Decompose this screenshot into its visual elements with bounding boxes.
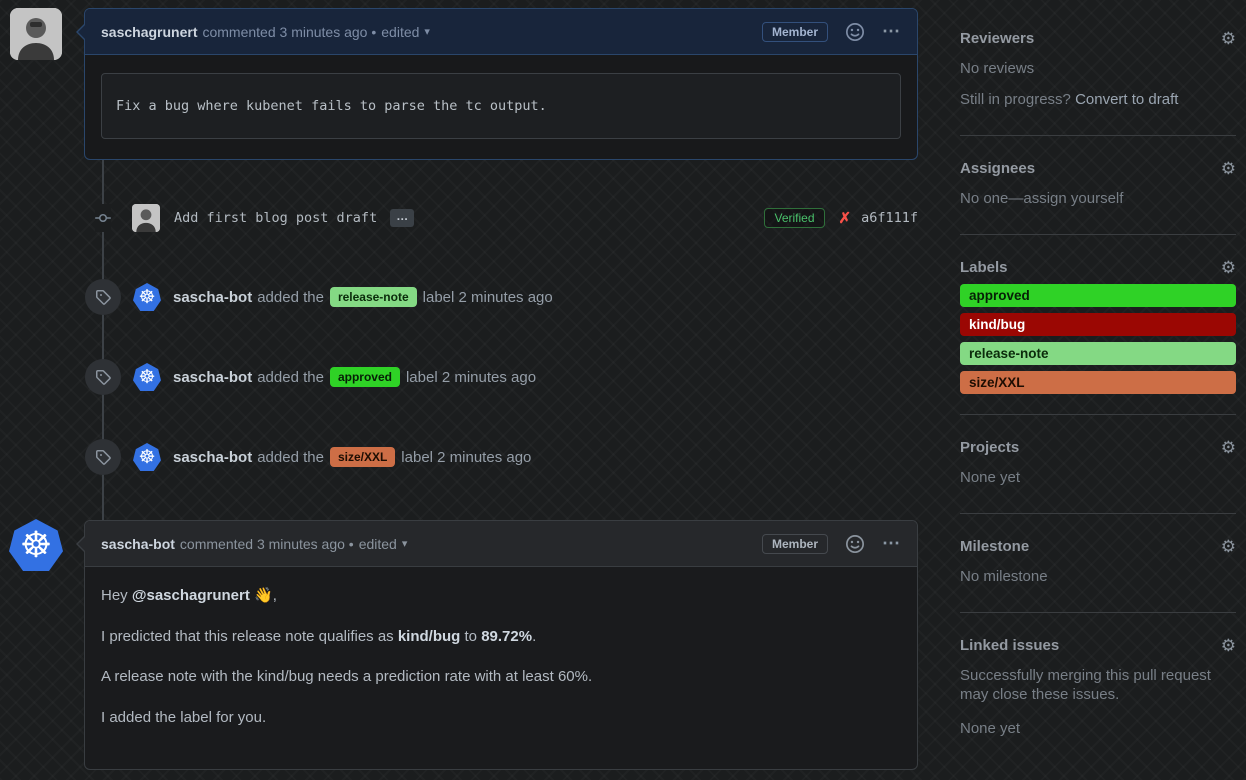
actor-link[interactable]: sascha-bot bbox=[173, 289, 252, 306]
linked-issues-desc: Successfully merging this pull request m… bbox=[960, 666, 1236, 704]
emoji-reaction-button[interactable] bbox=[846, 535, 864, 553]
tag-icon bbox=[85, 279, 121, 315]
mention-link[interactable]: @saschagrunert bbox=[132, 587, 250, 604]
convert-to-draft-hint: Still in progress? Convert to draft bbox=[960, 90, 1236, 109]
author-link[interactable]: sascha-bot bbox=[101, 536, 175, 552]
comment-pr-description: saschagrunert commented 3 minutes ago • … bbox=[84, 8, 918, 160]
assign-yourself-link[interactable]: assign yourself bbox=[1023, 190, 1123, 207]
avatar[interactable] bbox=[10, 8, 62, 60]
projects-title: Projects bbox=[960, 439, 1019, 456]
emoji-reaction-button[interactable] bbox=[846, 23, 864, 41]
commit-sha-link[interactable]: a6f111f bbox=[861, 210, 918, 226]
label-pill[interactable]: approved bbox=[960, 284, 1236, 307]
convert-to-draft-link[interactable]: Convert to draft bbox=[1075, 91, 1178, 108]
event-action: added the bbox=[257, 369, 324, 386]
assignees-empty: No one—assign yourself bbox=[960, 189, 1236, 208]
label-event: ☸ sascha-bot added the size/XXL label 2 … bbox=[85, 439, 918, 475]
gear-icon[interactable]: ⚙ bbox=[1221, 259, 1236, 276]
gear-icon[interactable]: ⚙ bbox=[1221, 538, 1236, 555]
linked-issues-empty: None yet bbox=[960, 720, 1236, 737]
event-suffix: label 2 minutes ago bbox=[423, 289, 553, 306]
actor-link[interactable]: sascha-bot bbox=[173, 369, 252, 386]
comment-header: saschagrunert commented 3 minutes ago • … bbox=[85, 9, 917, 55]
paragraph-added: I added the label for you. bbox=[101, 707, 901, 730]
actor-link[interactable]: sascha-bot bbox=[173, 449, 252, 466]
reviewers-empty: No reviews bbox=[960, 59, 1236, 78]
milestone-title: Milestone bbox=[960, 538, 1029, 555]
kebab-menu-button[interactable]: ⋯ bbox=[882, 21, 901, 42]
label-pill[interactable]: size/XXL bbox=[960, 371, 1236, 394]
event-suffix: label 2 minutes ago bbox=[401, 449, 531, 466]
projects-section: Projects ⚙ None yet bbox=[960, 414, 1236, 513]
labels-title: Labels bbox=[960, 259, 1008, 276]
code-block: Fix a bug where kubenet fails to parse t… bbox=[101, 73, 901, 139]
label-event: ☸ sascha-bot added the release-note labe… bbox=[85, 279, 918, 315]
comment-body: Hey @saschagrunert 👋, I predicted that t… bbox=[85, 567, 917, 749]
projects-empty: None yet bbox=[960, 468, 1236, 487]
gear-icon[interactable]: ⚙ bbox=[1221, 439, 1236, 456]
commit-expander-button[interactable]: … bbox=[390, 209, 414, 227]
chevron-down-icon[interactable]: ▾ bbox=[402, 537, 408, 550]
comment-meta: commented 3 minutes ago • bbox=[180, 536, 354, 552]
milestone-section: Milestone ⚙ No milestone bbox=[960, 513, 1236, 612]
event-action: added the bbox=[257, 449, 324, 466]
bot-avatar[interactable]: ☸ bbox=[133, 283, 161, 311]
label-pill[interactable]: size/XXL bbox=[330, 447, 395, 467]
avatar[interactable] bbox=[132, 204, 160, 232]
label-event: ☸ sascha-bot added the approved label 2 … bbox=[85, 359, 918, 395]
bot-avatar[interactable]: ☸ bbox=[133, 363, 161, 391]
reviewers-section: Reviewers ⚙ No reviews Still in progress… bbox=[960, 0, 1236, 135]
comment-header: sascha-bot commented 3 minutes ago • edi… bbox=[85, 521, 917, 567]
labels-section: Labels ⚙ approved kind/bug release-note … bbox=[960, 234, 1236, 414]
reviewers-title: Reviewers bbox=[960, 30, 1034, 47]
commit-message-link[interactable]: Add first blog post draft bbox=[174, 210, 377, 226]
label-pill[interactable]: kind/bug bbox=[960, 313, 1236, 336]
kebab-menu-button[interactable]: ⋯ bbox=[882, 533, 901, 554]
event-action: added the bbox=[257, 289, 324, 306]
tag-icon bbox=[85, 359, 121, 395]
comment-body: Fix a bug where kubenet fails to parse t… bbox=[85, 55, 917, 159]
gear-icon[interactable]: ⚙ bbox=[1221, 637, 1236, 654]
paragraph-rule: A release note with the kind/bug needs a… bbox=[101, 666, 901, 689]
bot-avatar[interactable]: ☸ bbox=[133, 443, 161, 471]
gear-icon[interactable]: ⚙ bbox=[1221, 160, 1236, 177]
status-failed-icon[interactable]: ✗ bbox=[839, 209, 852, 227]
smiley-icon bbox=[846, 535, 864, 553]
git-commit-icon bbox=[95, 204, 111, 232]
smiley-icon bbox=[846, 23, 864, 41]
paragraph-greeting: Hey @saschagrunert 👋, bbox=[101, 585, 901, 608]
milestone-empty: No milestone bbox=[960, 567, 1236, 586]
edited-dropdown[interactable]: edited bbox=[381, 24, 419, 40]
comment-meta: commented 3 minutes ago • bbox=[202, 24, 376, 40]
member-badge: Member bbox=[762, 22, 828, 42]
person-avatar-icon bbox=[132, 204, 160, 232]
assignees-section: Assignees ⚙ No one—assign yourself bbox=[960, 135, 1236, 234]
linked-issues-title: Linked issues bbox=[960, 637, 1059, 654]
author-link[interactable]: saschagrunert bbox=[101, 24, 197, 40]
chevron-down-icon[interactable]: ▾ bbox=[424, 25, 430, 38]
label-pill[interactable]: approved bbox=[330, 367, 400, 387]
event-suffix: label 2 minutes ago bbox=[406, 369, 536, 386]
bot-avatar[interactable]: ☸ bbox=[9, 519, 63, 571]
assignees-title: Assignees bbox=[960, 160, 1035, 177]
gear-icon[interactable]: ⚙ bbox=[1221, 30, 1236, 47]
tag-icon bbox=[85, 439, 121, 475]
wave-emoji: 👋 bbox=[254, 587, 273, 604]
verified-badge[interactable]: Verified bbox=[764, 208, 824, 228]
member-badge: Member bbox=[762, 534, 828, 554]
label-pill[interactable]: release-note bbox=[960, 342, 1236, 365]
commit-event: Add first blog post draft … Verified ✗ a… bbox=[84, 200, 918, 236]
linked-issues-section: Linked issues ⚙ Successfully merging thi… bbox=[960, 612, 1236, 763]
label-pill[interactable]: release-note bbox=[330, 287, 417, 307]
person-avatar-icon bbox=[10, 8, 62, 60]
sidebar: Reviewers ⚙ No reviews Still in progress… bbox=[960, 0, 1236, 763]
paragraph-prediction: I predicted that this release note quali… bbox=[101, 626, 901, 649]
comment-bot: sascha-bot commented 3 minutes ago • edi… bbox=[84, 520, 918, 770]
edited-dropdown[interactable]: edited bbox=[359, 536, 397, 552]
